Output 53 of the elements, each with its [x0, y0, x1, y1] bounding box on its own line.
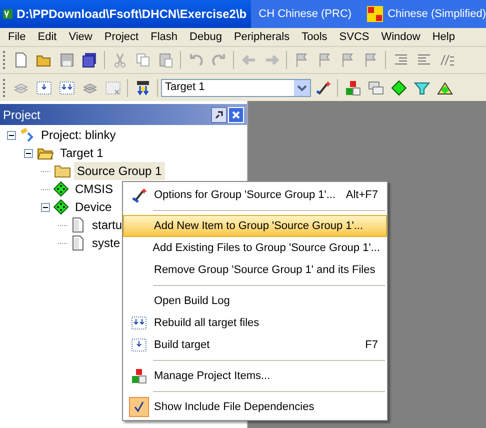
chevron-down-icon	[294, 80, 310, 96]
menu-item[interactable]: Tools	[296, 28, 334, 46]
menu-item[interactable]: Add Existing Files to Group 'Source Group 1'...	[123, 237, 387, 259]
tree-item[interactable]: CMSIS	[72, 180, 116, 198]
menu-item[interactable]: Window	[375, 28, 426, 46]
tree-item[interactable]: Project: blinky	[38, 126, 119, 144]
diamond-icon	[53, 199, 69, 215]
file-icon	[70, 235, 86, 251]
tree-item[interactable]: syste	[89, 234, 124, 252]
menu-item[interactable]: Add New Item to Group 'Source Group 1'...	[123, 215, 387, 237]
menu-item[interactable]: Show Include File Dependencies	[123, 396, 387, 418]
tree-item[interactable]: Source Group 1	[74, 162, 165, 180]
rebuild-icon	[131, 315, 147, 331]
shortcut: F7	[365, 338, 379, 353]
close-button[interactable]	[228, 106, 244, 122]
menu-item[interactable]: Build target F7	[123, 334, 387, 356]
menu-item[interactable]: View	[62, 28, 98, 46]
expander[interactable]	[41, 202, 50, 212]
menu-item[interactable]: SVCS	[333, 28, 376, 46]
pin-button[interactable]	[211, 106, 227, 122]
folder-icon	[53, 163, 71, 179]
tree-item[interactable]: Device	[72, 198, 115, 216]
shortcut: Alt+F7	[346, 188, 379, 203]
diamond-icon	[53, 181, 69, 197]
menu-item[interactable]: Manage Project Items...	[123, 365, 387, 387]
menu-item[interactable]: File	[2, 28, 32, 46]
menu-item[interactable]: Remove Group 'Source Group 1' and its Files	[123, 259, 387, 281]
close-icon	[231, 110, 241, 120]
menu-item[interactable]: Help	[426, 28, 461, 46]
tree-item[interactable]: startu	[89, 216, 126, 234]
window-title: D:\PPDownload\Fsoft\DHCN\Exercise2\b	[16, 6, 248, 23]
menu-item[interactable]: Open Build Log	[123, 290, 387, 312]
pin-icon	[214, 110, 224, 120]
input-language[interactable]: CH Chinese (PRC)	[258, 6, 352, 22]
panel-title: Project	[3, 106, 40, 124]
expander[interactable]	[24, 148, 33, 158]
target-dropdown[interactable]: Target 1	[161, 78, 311, 96]
project-icon	[19, 127, 35, 143]
menu-item[interactable]: Peripherals	[228, 28, 296, 46]
keyboard-layout-icon	[366, 6, 383, 22]
blocks-icon	[131, 368, 147, 384]
menu-item[interactable]: Options for Group 'Source Group 1'... Alt+F7	[123, 184, 387, 206]
keyboard-layout[interactable]: Chinese (Simplified)	[388, 6, 486, 22]
menu-item[interactable]: Flash	[144, 28, 184, 46]
menu-item[interactable]: Debug	[184, 28, 228, 46]
menu-item[interactable]: Project	[98, 28, 145, 46]
tree-item[interactable]: Target 1	[57, 144, 106, 162]
expander[interactable]	[7, 130, 16, 140]
menu-item[interactable]: Edit	[32, 28, 63, 46]
menu-item[interactable]: Rebuild all target files	[123, 312, 387, 334]
app-icon	[3, 6, 13, 22]
magic-wand-icon	[131, 187, 147, 203]
file-icon	[70, 217, 86, 233]
